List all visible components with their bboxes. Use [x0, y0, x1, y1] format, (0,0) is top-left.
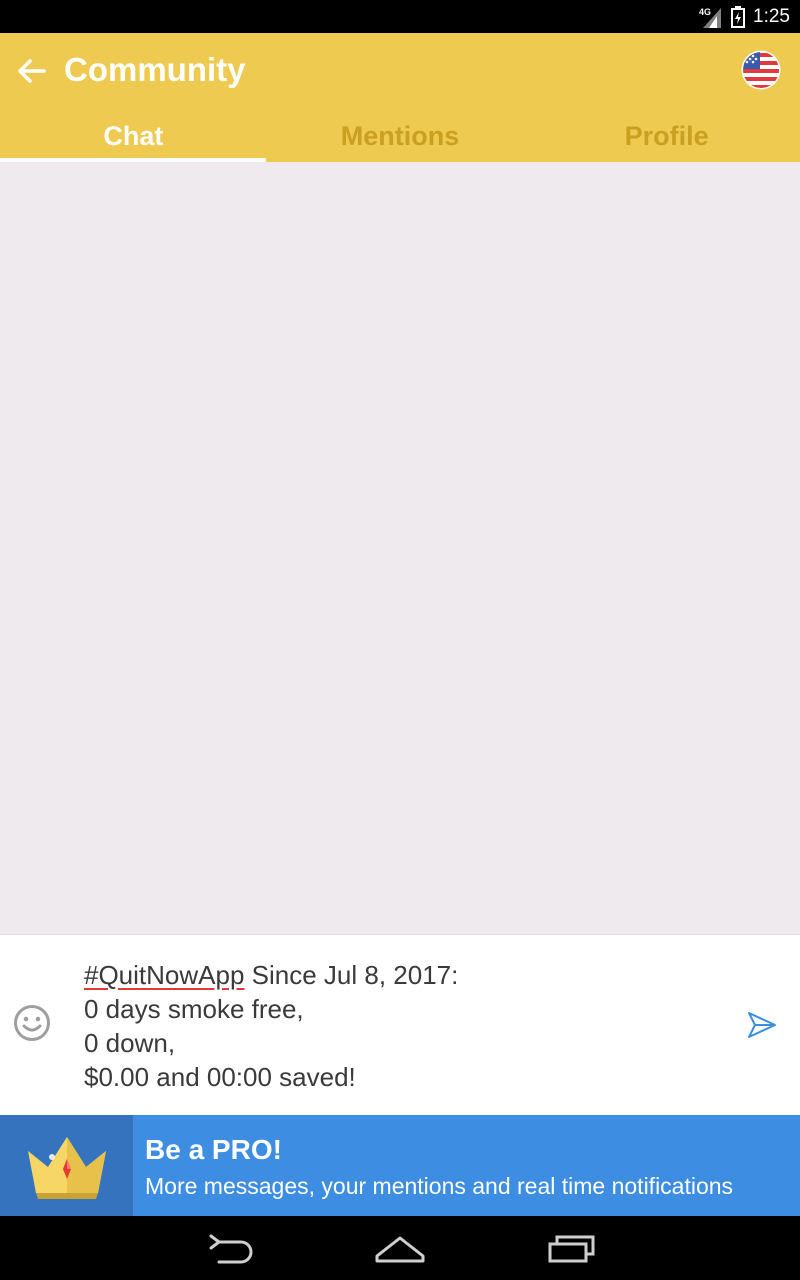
message-line-1-rest: Since Jul 8, 2017:	[244, 960, 459, 990]
message-line-4: $0.00 and 00:00 saved!	[84, 1062, 356, 1092]
pro-title: Be a PRO!	[145, 1134, 282, 1165]
us-flag-icon[interactable]	[741, 50, 781, 90]
tab-mentions[interactable]: Mentions	[267, 110, 534, 162]
crown-icon	[28, 1137, 106, 1199]
chat-message-list[interactable]	[0, 162, 800, 934]
svg-text:4G: 4G	[699, 7, 711, 17]
nav-recents-icon[interactable]	[547, 1232, 597, 1264]
battery-icon	[731, 6, 746, 28]
status-bar: 4G 1:25	[0, 0, 800, 33]
tab-profile[interactable]: Profile	[533, 110, 800, 162]
pro-banner[interactable]: Be a PRO! More messages, your mentions a…	[0, 1115, 800, 1216]
tab-bar: Chat Mentions Profile	[0, 110, 800, 162]
nav-home-icon[interactable]	[374, 1232, 426, 1264]
send-icon[interactable]	[746, 1010, 778, 1040]
app-bar: Community Chat Mentions Profile	[0, 33, 800, 162]
navigation-bar	[0, 1216, 800, 1280]
tab-profile-label: Profile	[624, 120, 709, 151]
hashtag-link[interactable]: #QuitNowApp	[84, 960, 244, 990]
nav-back-icon[interactable]	[205, 1232, 255, 1264]
status-time: 1:25	[753, 6, 790, 27]
message-composer: #QuitNowApp Since Jul 8, 2017: 0 days sm…	[0, 934, 800, 1116]
crown-badge	[0, 1115, 133, 1216]
back-arrow-icon[interactable]	[16, 57, 48, 85]
pro-subtitle: More messages, your mentions and real ti…	[145, 1173, 734, 1199]
emoji-icon[interactable]	[13, 1004, 51, 1042]
message-line-1: #QuitNowApp Since Jul 8, 2017:	[84, 958, 704, 992]
message-line-3: 0 down,	[84, 1028, 176, 1058]
page-title: Community	[64, 51, 246, 88]
message-line-2: 0 days smoke free,	[84, 994, 304, 1024]
tab-chat-label: Chat	[103, 120, 164, 151]
message-input[interactable]: #QuitNowApp Since Jul 8, 2017: 0 days sm…	[84, 958, 704, 1094]
status-icons: 4G 1:25	[699, 5, 790, 29]
signal-4g-icon: 4G	[699, 7, 722, 28]
tab-mentions-label: Mentions	[340, 120, 460, 151]
tab-chat[interactable]: Chat	[0, 110, 267, 162]
